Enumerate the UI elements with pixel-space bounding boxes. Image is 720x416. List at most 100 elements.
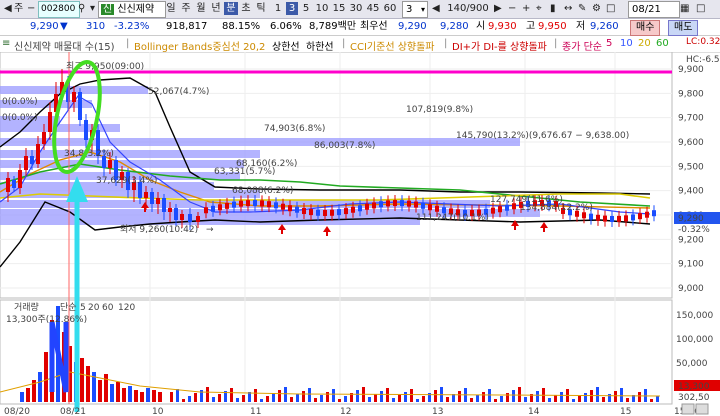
quote-row: 9,290 ▼ 310 -3.23% 918,817 88.15% 6.06% …: [0, 19, 720, 36]
legend-stock[interactable]: 신신제약 매물대 수(15): [14, 38, 115, 53]
volume-bar: [404, 392, 407, 402]
legend-bollinger[interactable]: Bollinger Bands중심선 20,2: [134, 38, 265, 53]
low-price: 9,260: [590, 21, 619, 32]
minute-10[interactable]: 10: [314, 2, 330, 15]
candle-body: [337, 209, 341, 216]
buy-button[interactable]: 매수: [630, 20, 661, 36]
zoom-in-icon[interactable]: +: [520, 2, 532, 15]
volume-bar: [302, 391, 305, 402]
volume-bar: [194, 393, 197, 402]
up-arrow-stem: [326, 232, 328, 236]
volume-bar: [656, 396, 659, 402]
zoom-out-icon[interactable]: −: [506, 2, 518, 15]
price-axis-label: 9,400: [678, 187, 704, 197]
scroll-left-button[interactable]: [681, 403, 695, 415]
minute-30[interactable]: 30: [348, 2, 364, 15]
period-week[interactable]: 주: [179, 2, 193, 15]
minute-1[interactable]: 1: [272, 2, 284, 15]
candle-body: [421, 202, 425, 209]
candle-body: [596, 214, 600, 221]
period-month[interactable]: 월: [194, 2, 208, 15]
scroll-right-icon[interactable]: ▶: [492, 2, 504, 15]
volume-bar: [554, 395, 557, 402]
legend-upper[interactable]: 상한선: [272, 38, 300, 53]
period-unit-button[interactable]: 주: [12, 2, 25, 15]
vp-label-2: 107,819(9.8%): [406, 105, 473, 115]
sell-button[interactable]: 매도: [668, 20, 699, 36]
dropdown-icon[interactable]: ▾: [88, 2, 97, 15]
crosshair-icon[interactable]: ⌖: [534, 2, 544, 15]
period-day[interactable]: 일: [164, 2, 178, 15]
minute-45[interactable]: 45: [365, 2, 381, 15]
collapse-button[interactable]: −: [25, 2, 37, 15]
candle-body: [400, 200, 404, 207]
price-axis-label: 9,800: [678, 89, 704, 99]
volume-bar: [338, 399, 341, 402]
period-tick[interactable]: 틱: [254, 2, 268, 15]
volume-bar: [584, 393, 587, 402]
candle-body: [358, 205, 362, 212]
stock-code-input[interactable]: 002800: [38, 1, 80, 18]
count-select[interactable]: 3 ▾: [402, 1, 428, 18]
tools-icon[interactable]: ✎: [576, 2, 588, 15]
volume-bar: [326, 392, 329, 402]
volume-bar: [104, 374, 108, 402]
candle-body: [260, 200, 264, 207]
legend-ma-60[interactable]: 60: [656, 38, 669, 49]
legend-ma-5[interactable]: 5: [606, 38, 612, 49]
volume-bar: [410, 389, 413, 402]
volume-bar: [272, 393, 275, 402]
rate2: 6.06%: [270, 21, 302, 32]
price-chart[interactable]: 최고 9,950(09:00) 최저 9,260(10:42) → 52,067…: [0, 52, 720, 416]
expand-icon[interactable]: □: [694, 2, 707, 15]
current-rate-tag: -0.32%: [678, 225, 710, 235]
candle-body: [6, 178, 10, 192]
candle-body: [295, 206, 299, 213]
lock-icon[interactable]: □: [604, 2, 617, 15]
candle-body: [351, 206, 355, 213]
settings-icon[interactable]: ⚙: [590, 2, 603, 15]
legend-ma-20[interactable]: 20: [638, 38, 651, 49]
period-year[interactable]: 년: [209, 2, 223, 15]
minute-15[interactable]: 15: [331, 2, 347, 15]
candle-body: [267, 201, 271, 208]
period-second[interactable]: 초: [239, 2, 253, 15]
minute-60[interactable]: 60: [382, 2, 398, 15]
volume-bar: [434, 390, 437, 402]
volume-bar: [614, 391, 617, 402]
scroll-left-icon[interactable]: ◀: [430, 2, 442, 15]
calendar-icon[interactable]: ▦: [678, 2, 691, 15]
period-minute[interactable]: 분: [224, 2, 238, 15]
vp-label-5: 86,003(7.8%): [314, 141, 375, 151]
fit-icon[interactable]: ↔: [562, 2, 574, 15]
trade-amount: 8,789백만: [309, 21, 357, 32]
candle-body: [589, 213, 593, 220]
candle-body: [36, 144, 40, 164]
volume-bar: [320, 395, 323, 402]
bars-icon[interactable]: ▮: [548, 2, 558, 15]
current-price: 9,290: [30, 21, 59, 32]
legend-ma-10[interactable]: 10: [620, 38, 633, 49]
volume-bar: [488, 389, 491, 402]
volume-bar: [512, 390, 515, 402]
volume-bar: [578, 396, 581, 402]
candle-body: [274, 202, 278, 209]
vp-label-4: 145,790(13.2%)(9,676.67 − 9,638.00): [456, 131, 629, 141]
legend-lower[interactable]: 하한선: [306, 38, 334, 53]
minute-5[interactable]: 5: [300, 2, 312, 15]
scroll-right-button[interactable]: [695, 403, 709, 415]
stock-name-box[interactable]: 신 신신제약: [98, 1, 166, 18]
search-icon[interactable]: ⚲: [76, 2, 87, 15]
date-input[interactable]: 08/21: [628, 1, 680, 18]
legend-chevron-icon[interactable]: ≡: [2, 38, 10, 49]
legend-ma[interactable]: 종가 단순: [562, 38, 602, 53]
candle-body: [211, 205, 215, 212]
candle-body: [162, 198, 166, 212]
volume-bar: [152, 390, 156, 402]
legend-cci[interactable]: CCI기준선 상향돌파: [350, 38, 435, 53]
volume-bar: [206, 387, 209, 402]
volume-legend-60: 60: [102, 303, 114, 313]
volume-bar: [254, 389, 257, 402]
legend-di[interactable]: DI+가 DI-를 상향돌파: [452, 38, 547, 53]
minute-3[interactable]: 3: [286, 2, 298, 15]
